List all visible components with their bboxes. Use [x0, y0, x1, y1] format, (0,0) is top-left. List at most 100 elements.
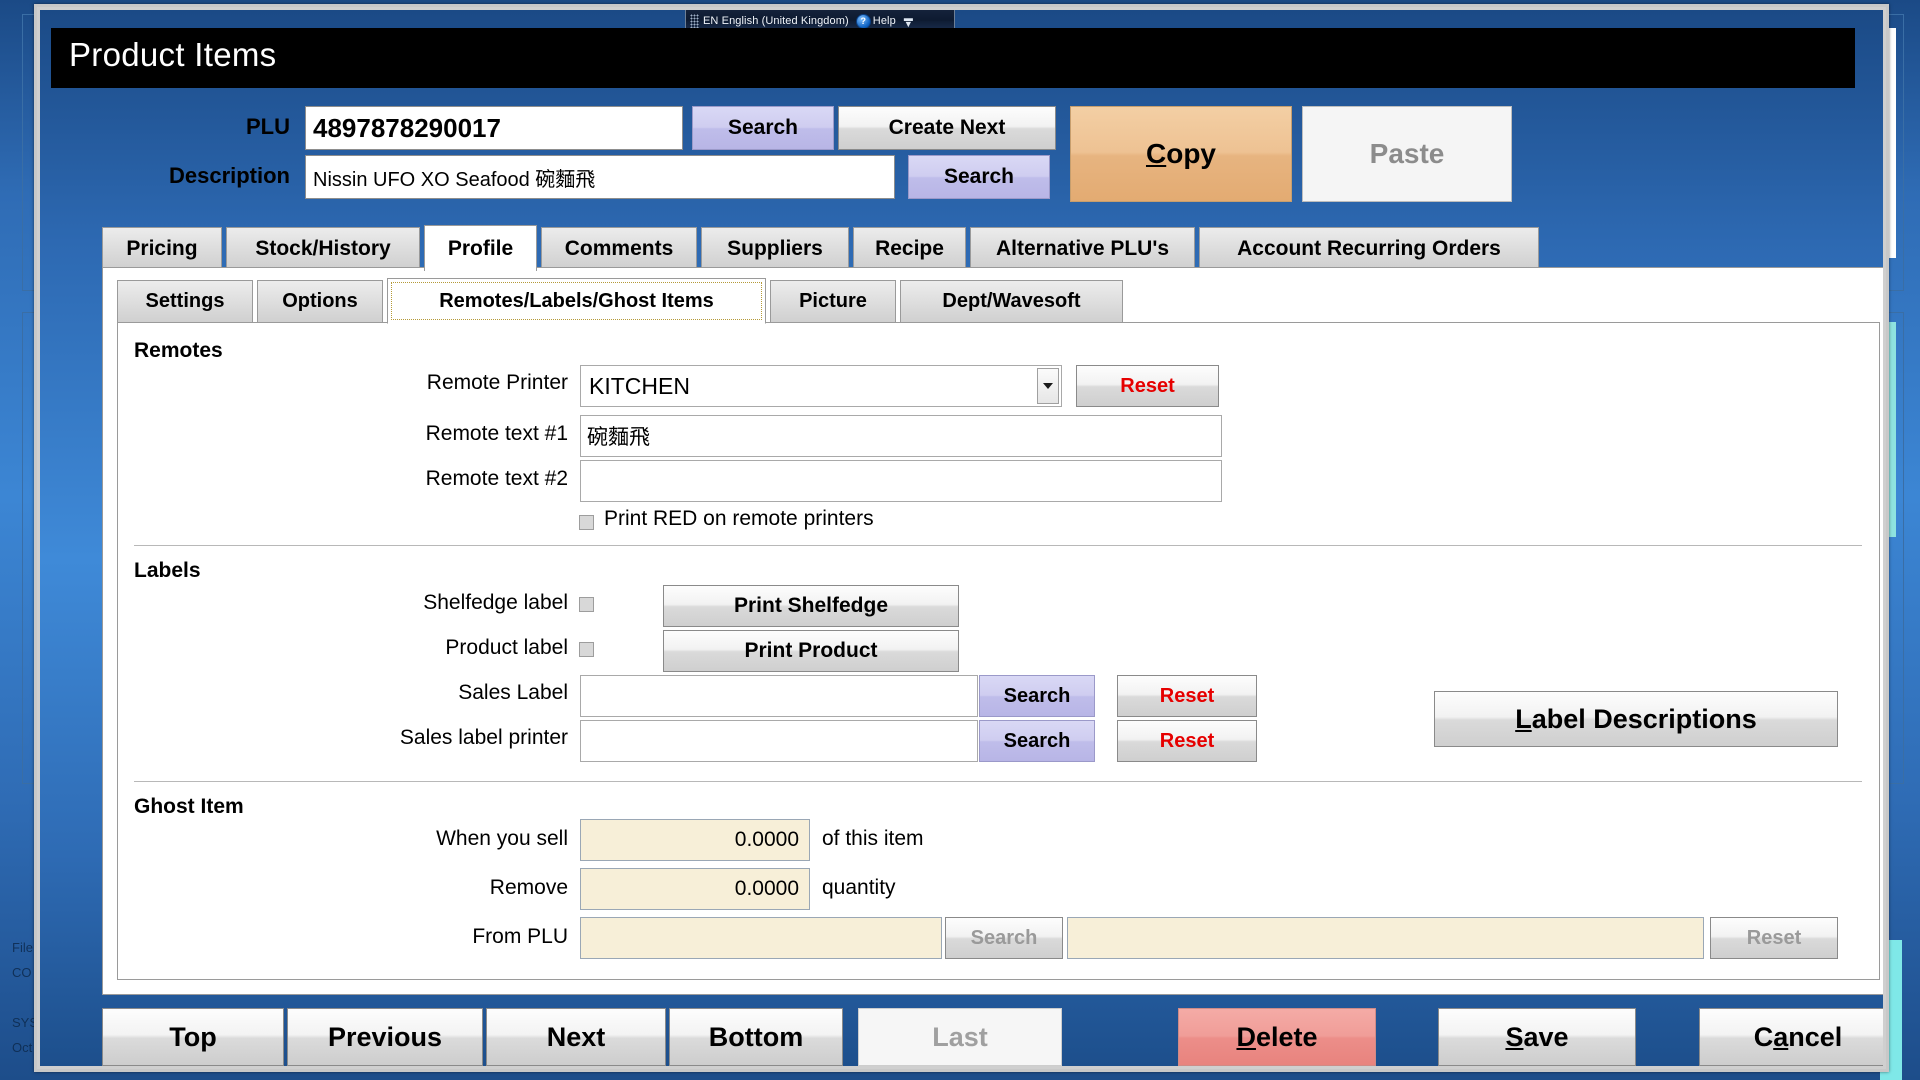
remote-printer-value: KITCHEN — [589, 372, 690, 399]
sales-label-printer-input[interactable] — [580, 720, 978, 762]
plu-search-button[interactable]: Search — [692, 106, 834, 150]
subtab-picture[interactable]: Picture — [770, 280, 896, 322]
plu-input[interactable]: 4897878290017 — [305, 106, 683, 150]
tab-suppliers[interactable]: Suppliers — [701, 227, 849, 269]
delete-label: elete — [1255, 1021, 1318, 1052]
when-you-sell-label: When you sell — [436, 827, 568, 850]
subtab-options[interactable]: Options — [257, 280, 383, 322]
sales-label-printer-label: Sales label printer — [399, 726, 568, 749]
profile-tab-panel: Settings Options Remotes/Labels/Ghost It… — [102, 267, 1883, 995]
of-this-item-label: of this item — [822, 827, 924, 850]
cancel-accel: a — [1773, 1021, 1789, 1052]
description-label: Description — [168, 163, 290, 188]
help-label: Help — [872, 15, 896, 27]
label-descriptions-accel: L — [1515, 703, 1532, 734]
copy-accel: C — [1145, 138, 1167, 169]
tab-account-recurring-orders[interactable]: Account Recurring Orders — [1199, 227, 1539, 269]
subtab-settings[interactable]: Settings — [117, 280, 253, 322]
cancel-label-pre: C — [1753, 1021, 1774, 1052]
sales-label-printer-search-button[interactable]: Search — [979, 720, 1095, 762]
labels-section-divider — [134, 781, 1862, 782]
bottom-button[interactable]: Bottom — [669, 1008, 843, 1066]
tab-recipe[interactable]: Recipe — [853, 227, 966, 269]
label-descriptions-button[interactable]: Label Descriptions — [1434, 691, 1838, 747]
navigation-button-bar: Top Previous Next Bottom Last Delete Sav… — [40, 1000, 1883, 1066]
description-input[interactable]: Nissin UFO XO Seafood 碗麵飛 — [305, 155, 895, 199]
from-plu-search-button[interactable]: Search — [945, 917, 1063, 959]
from-plu-input[interactable] — [580, 917, 942, 959]
subtab-remotes-labels-ghost-items[interactable]: Remotes/Labels/Ghost Items — [387, 278, 766, 324]
remote-printer-select[interactable]: KITCHEN — [580, 365, 1062, 407]
copy-button[interactable]: Copy — [1070, 106, 1292, 202]
print-red-label: Print RED on remote printers — [604, 507, 874, 530]
page-title: Product Items — [69, 36, 277, 73]
product-label-checkbox[interactable] — [579, 642, 594, 657]
sales-label-printer-reset-button[interactable]: Reset — [1117, 720, 1257, 762]
last-button[interactable]: Last — [858, 1008, 1062, 1066]
help-button[interactable]: ? Help — [855, 13, 896, 29]
main-tab-strip: Pricing Stock/History Profile Comments S… — [102, 225, 1549, 271]
previous-button[interactable]: Previous — [287, 1008, 483, 1066]
remote-printer-reset-button[interactable]: Reset — [1076, 365, 1219, 407]
language-indicator[interactable]: EN English (United Kingdom) — [703, 15, 849, 27]
sales-label-printer-reset-label: Reset — [1159, 729, 1215, 752]
subtab-dept-wavesoft[interactable]: Dept/Wavesoft — [900, 280, 1123, 322]
delete-accel: D — [1236, 1021, 1256, 1052]
tab-stock-history[interactable]: Stock/History — [226, 227, 420, 269]
background-text-oct: Oct — [12, 1040, 33, 1055]
from-plu-description-input[interactable] — [1067, 917, 1704, 959]
remote-text-1-label: Remote text #1 — [425, 422, 568, 445]
question-mark-icon: ? — [855, 13, 871, 29]
top-button[interactable]: Top — [102, 1008, 284, 1066]
next-button[interactable]: Next — [486, 1008, 666, 1066]
page-title-bar: Product Items — [51, 28, 1855, 88]
focus-ring — [391, 282, 762, 320]
remote-printer-reset-label: Reset — [1120, 374, 1175, 397]
background-text-file: File — [12, 940, 33, 955]
quantity-label: quantity — [822, 876, 896, 899]
print-shelfedge-button[interactable]: Print Shelfedge — [663, 585, 959, 627]
print-red-checkbox[interactable] — [579, 515, 594, 530]
from-plu-reset-button[interactable]: Reset — [1710, 917, 1838, 959]
product-label: Product label — [445, 636, 568, 659]
minimize-restore-icon[interactable]: ▬ ▼ — [904, 14, 913, 29]
remove-label: Remove — [489, 876, 568, 899]
remove-input[interactable]: 0.0000 — [580, 868, 810, 910]
sales-label-input[interactable] — [580, 675, 978, 717]
drag-grip-icon[interactable] — [690, 14, 699, 28]
tab-pricing[interactable]: Pricing — [102, 227, 222, 269]
remote-text-1-input[interactable]: 碗麵飛 — [580, 415, 1222, 457]
tab-profile-label: Profile — [447, 236, 514, 260]
product-items-window: EN English (United Kingdom) ? Help ▬ ▼ Pr… — [34, 4, 1889, 1072]
remotes-labels-ghost-panel: Remotes Remote Printer KITCHEN Reset Rem… — [117, 322, 1880, 980]
delete-button[interactable]: Delete — [1178, 1008, 1376, 1066]
label-descriptions-label: abel Descriptions — [1531, 703, 1757, 734]
sales-label-label: Sales Label — [458, 681, 568, 704]
remote-text-2-label: Remote text #2 — [425, 467, 568, 490]
plu-label: PLU — [246, 114, 290, 139]
chevron-down-icon[interactable] — [1037, 368, 1059, 404]
sales-label-reset-button[interactable]: Reset — [1117, 675, 1257, 717]
create-next-button[interactable]: Create Next — [838, 106, 1056, 150]
remote-printer-label: Remote Printer — [426, 371, 568, 394]
sales-label-search-button[interactable]: Search — [979, 675, 1095, 717]
remotes-section-title: Remotes — [134, 339, 223, 362]
description-search-button[interactable]: Search — [908, 155, 1050, 199]
shelfedge-checkbox[interactable] — [579, 597, 594, 612]
print-product-button[interactable]: Print Product — [663, 630, 959, 672]
when-you-sell-input[interactable]: 0.0000 — [580, 819, 810, 861]
background-text-co: CO — [12, 965, 32, 980]
cancel-button[interactable]: Cancel — [1699, 1008, 1883, 1066]
sales-label-reset-label: Reset — [1159, 684, 1215, 707]
paste-button[interactable]: Paste — [1302, 106, 1512, 202]
ghost-item-section-title: Ghost Item — [134, 795, 244, 818]
cancel-label-post: ncel — [1788, 1021, 1843, 1052]
save-button[interactable]: Save — [1438, 1008, 1636, 1066]
tab-profile[interactable]: Profile — [424, 225, 537, 271]
copy-label: opy — [1166, 138, 1216, 169]
remotes-section-divider — [134, 545, 1862, 546]
tab-comments[interactable]: Comments — [541, 227, 697, 269]
remote-text-2-input[interactable] — [580, 460, 1222, 502]
window-client-area: EN English (United Kingdom) ? Help ▬ ▼ Pr… — [40, 10, 1883, 1066]
tab-alternative-plus[interactable]: Alternative PLU's — [970, 227, 1195, 269]
